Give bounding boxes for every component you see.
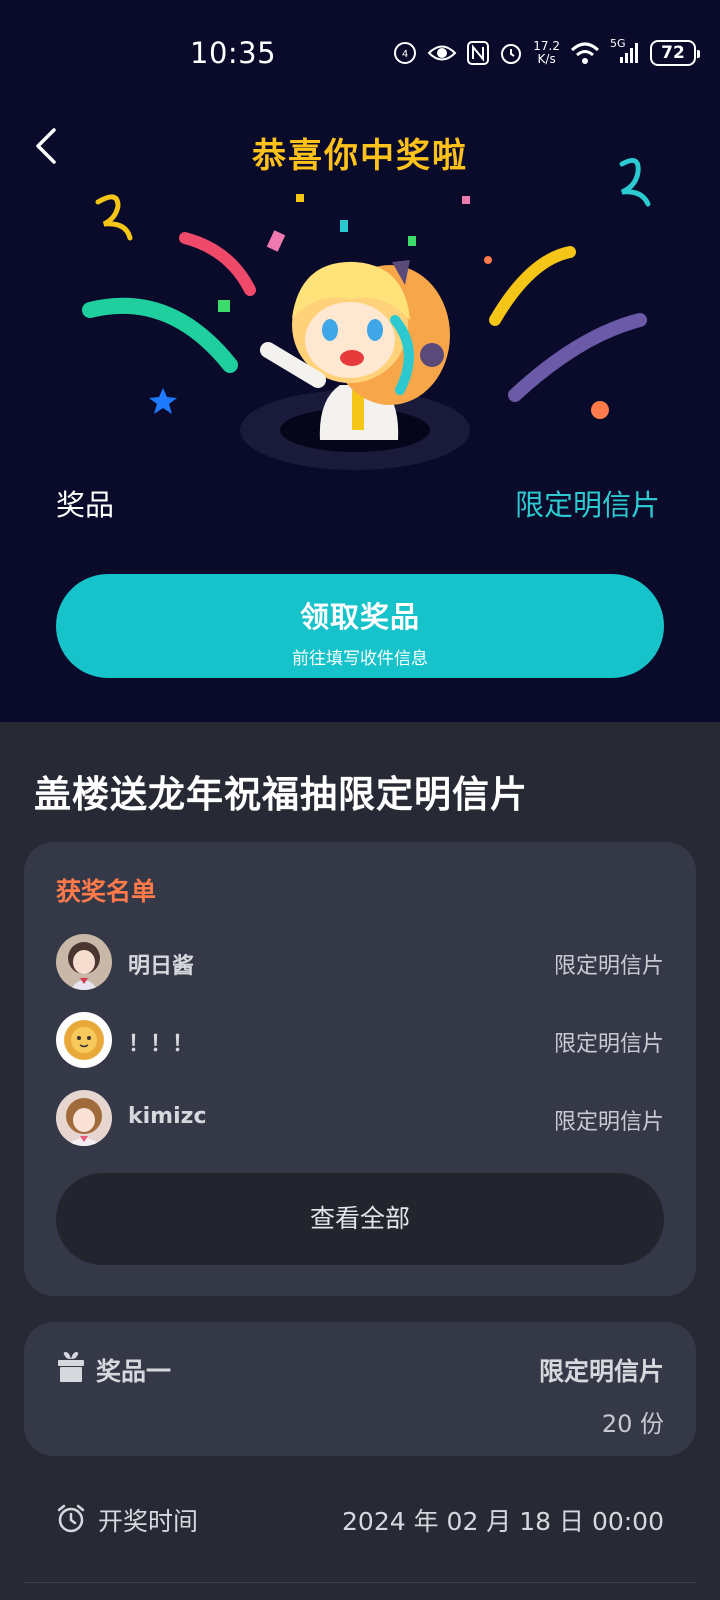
winner-name: ！！！ <box>128 1032 195 1057</box>
claim-prize-sublabel: 前往填写收件信息 <box>292 649 428 669</box>
draw-time-value: 2024 年 02 月 18 日 00:00 <box>342 1507 664 1536</box>
avatar <box>56 934 112 990</box>
prize-name: 奖品一 <box>96 1357 172 1386</box>
celebration-illustration <box>82 150 651 470</box>
prize-card-value: 限定明信片 <box>538 1357 664 1386</box>
signal-icon: 5G <box>610 37 640 65</box>
net-speed-unit: K/s <box>537 52 556 66</box>
nfc-icon <box>467 41 490 65</box>
status-time: 10:35 <box>190 36 277 70</box>
claim-prize-button[interactable]: 领取奖品 前往填写收件信息 <box>56 574 664 678</box>
divider <box>24 1582 696 1583</box>
prize-row: 奖品 限定明信片 <box>56 482 660 526</box>
prize-label: 奖品 <box>56 488 115 522</box>
winner-name: kimizc <box>128 1104 207 1129</box>
winner-row[interactable]: kimizc 限定明信片 <box>56 1090 664 1148</box>
clock-icon <box>57 1504 85 1533</box>
prize-count: 20 份 <box>601 1410 664 1438</box>
alarm-icon <box>499 41 523 65</box>
draw-time-label: 开奖时间 <box>98 1507 199 1536</box>
view-all-button[interactable]: 查看全部 <box>56 1173 664 1265</box>
net-speed: 17.2 K/s <box>533 40 560 66</box>
avatar <box>56 1012 112 1068</box>
eye-icon <box>427 42 457 64</box>
event-title: 盖楼送龙年祝福抽限定明信片 <box>34 773 528 816</box>
winner-name: 明日酱 <box>128 954 195 979</box>
gift-icon <box>58 1352 84 1382</box>
winner-prize: 限定明信片 <box>553 1110 664 1135</box>
winner-row[interactable]: ！！！ 限定明信片 <box>56 1012 664 1070</box>
wifi-icon <box>570 41 600 65</box>
claim-prize-label: 领取奖品 <box>299 600 420 634</box>
avatar <box>56 1090 112 1146</box>
hd-icon: 4 <box>393 41 417 65</box>
winners-heading: 获奖名单 <box>56 877 157 906</box>
winner-row[interactable]: 明日酱 限定明信片 <box>56 934 664 992</box>
prize-card: 奖品一 限定明信片 20 份 <box>24 1322 696 1456</box>
draw-time-row: 开奖时间 2024 年 02 月 18 日 00:00 <box>56 1500 664 1540</box>
svg-text:4: 4 <box>402 49 408 60</box>
winner-prize: 限定明信片 <box>553 954 664 979</box>
prize-value: 限定明信片 <box>514 488 660 522</box>
hero-section: 10:35 4 17.2 K/s 5G 72 恭喜你中奖啦 奖品 限定明信片 领… <box>0 0 720 722</box>
winners-card: 获奖名单 明日酱 限定明信片 ！！！ 限定明信片 kimizc 限定明信片 查看… <box>24 842 696 1296</box>
net-speed-value: 17.2 <box>533 39 560 53</box>
status-bar: 10:35 4 17.2 K/s 5G 72 <box>0 0 720 100</box>
network-type: 5G <box>610 37 626 50</box>
page-title: 恭喜你中奖啦 <box>252 136 468 176</box>
winner-prize: 限定明信片 <box>553 1032 664 1057</box>
status-icons: 4 17.2 K/s 5G 72 <box>393 37 700 68</box>
battery-indicator: 72 <box>650 40 700 66</box>
